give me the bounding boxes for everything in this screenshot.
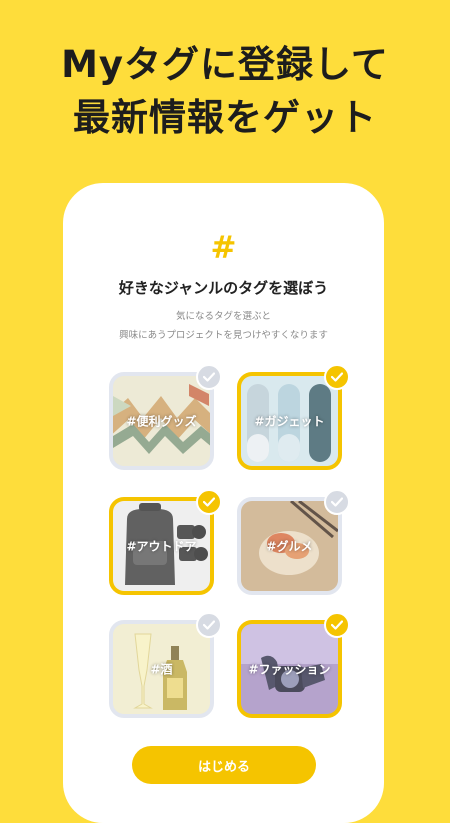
check-icon [196,364,222,390]
tag-photo-outdoor: #アウトドア [113,501,210,591]
tag-tile-fashion[interactable]: #ファッション [237,612,350,718]
card-subtitle: 気になるタグを選ぶと 興味にあうプロジェクトを見つけやすくなります [63,307,384,345]
tag-tile-gourmet[interactable]: #グルメ [237,489,350,595]
tag-photo-fashion: #ファッション [241,624,338,714]
check-icon [196,612,222,638]
check-icon [196,489,222,515]
headline-line-1: Myタグに登録して [61,43,389,86]
check-icon [324,489,350,515]
check-icon [324,364,350,390]
tag-tile-gadget[interactable]: #ガジェット [237,364,350,470]
card-subtitle-line-1: 気になるタグを選ぶと [175,311,271,322]
tag-photo-sake: #酒 [113,624,210,714]
tag-label: #ファッション [248,662,331,677]
tag-label: #便利グッズ [126,414,197,429]
tag-label: #ガジェット [254,414,325,429]
tag-photo-convenient-goods: #便利グッズ [113,376,210,466]
tag-tile-convenient-goods[interactable]: #便利グッズ [109,364,222,470]
card-subtitle-line-2: 興味にあうプロジェクトを見つけやすくなります [119,330,328,341]
tag-tile-sake[interactable]: #酒 [109,612,222,718]
tag-label: #グルメ [266,539,313,554]
tag-label: #酒 [150,662,173,677]
headline-line-2: 最新情報をゲット [73,96,377,139]
tag-tile-outdoor[interactable]: #アウトドア [109,489,222,595]
check-icon [324,612,350,638]
headline: Myタグに登録して 最新情報をゲット [0,38,450,144]
hashtag-icon: # [210,230,237,266]
tag-photo-gourmet: #グルメ [241,501,338,591]
tag-photo-gadget: #ガジェット [241,376,338,466]
start-button[interactable]: はじめる [132,746,316,784]
tag-label: #アウトドア [126,539,197,554]
card-title: 好きなジャンルのタグを選ぼう [118,279,329,297]
